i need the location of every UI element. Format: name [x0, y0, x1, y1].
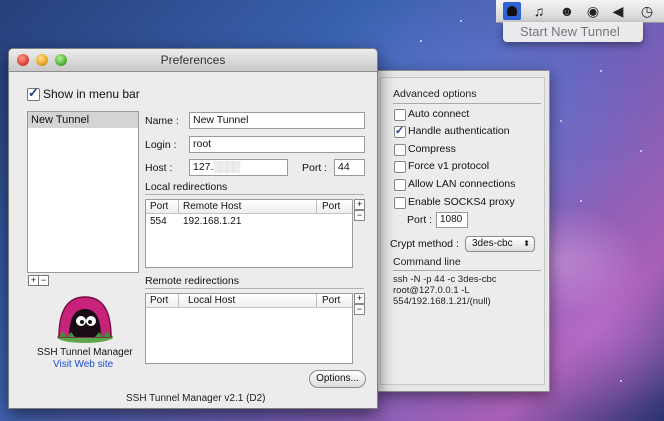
divider: [145, 194, 364, 195]
tunnel-list[interactable]: New Tunnel: [27, 111, 139, 273]
visit-web-site-link[interactable]: Visit Web site: [53, 359, 113, 370]
remove-tunnel-button[interactable]: −: [38, 275, 49, 286]
title-bar[interactable]: Preferences: [9, 49, 377, 72]
remove-local-redirection-button[interactable]: −: [354, 210, 365, 221]
time-machine-icon[interactable]: ◷: [638, 2, 656, 20]
column-separator: [316, 200, 317, 213]
port-field[interactable]: 44: [334, 159, 365, 176]
column-header[interactable]: Port: [150, 294, 168, 307]
menu-bar: ♫ ☻ ◉ ◀ ◷: [496, 0, 664, 23]
table-header: Port Local Host Port: [146, 294, 352, 308]
enable-socks4-proxy-checkbox[interactable]: [394, 197, 406, 209]
column-header[interactable]: Port: [150, 200, 168, 213]
host-label: Host :: [145, 162, 173, 174]
proxy-port-field[interactable]: 1080: [436, 212, 468, 228]
remove-remote-redirection-button[interactable]: −: [354, 304, 365, 315]
column-separator: [316, 294, 317, 307]
app-name: SSH Tunnel Manager: [37, 347, 133, 358]
blurred-ip-segment: ▒▒▒▒: [213, 161, 240, 173]
command-line-heading: Command line: [393, 256, 461, 268]
start-new-tunnel-item[interactable]: Start New Tunnel: [520, 24, 620, 39]
chevron-updown-icon: ⬍: [523, 239, 530, 248]
compress-checkbox[interactable]: [394, 144, 406, 156]
table-cell[interactable]: 554: [150, 216, 167, 227]
handle-authentication-checkbox[interactable]: [394, 124, 406, 138]
remote-redirections-heading: Remote redirections: [145, 275, 239, 287]
music-note-icon[interactable]: ♫: [530, 2, 548, 20]
force-v1-protocol-label: Force v1 protocol: [408, 160, 490, 172]
local-redirections-heading: Local redirections: [145, 181, 228, 193]
divider: [393, 270, 541, 271]
allow-lan-connections-label: Allow LAN connections: [408, 178, 516, 190]
table-header: Port Remote Host Port: [146, 200, 352, 214]
star: [460, 20, 462, 22]
divider: [393, 103, 541, 104]
proxy-port-label: Port :: [407, 214, 433, 226]
table-cell[interactable]: 192.168.1.21: [183, 216, 241, 227]
tunnel-icon[interactable]: [503, 2, 521, 20]
star: [560, 120, 562, 122]
name-label: Name :: [145, 115, 179, 127]
star: [620, 380, 622, 382]
star: [640, 150, 642, 152]
port-label: Port :: [302, 162, 328, 174]
version-footer: SSH Tunnel Manager v2.1 (D2): [126, 393, 266, 404]
drawer-inner: Advanced options Auto connect Handle aut…: [380, 77, 545, 385]
advanced-options-heading: Advanced options: [393, 88, 477, 100]
login-field[interactable]: root: [189, 136, 365, 153]
column-separator: [178, 294, 179, 307]
allow-lan-connections-checkbox[interactable]: [394, 179, 406, 191]
column-header[interactable]: Remote Host: [183, 200, 241, 213]
show-in-menu-bar-label: Show in menu bar: [43, 87, 140, 101]
column-separator: [178, 200, 179, 213]
network-icon[interactable]: ◉: [584, 2, 602, 20]
host-field[interactable]: 127.▒▒▒▒: [189, 159, 288, 176]
command-line-text-1: ssh -N -p 44 -c 3des-cbc: [393, 274, 497, 285]
star: [600, 70, 602, 72]
tunnel-list-item[interactable]: New Tunnel: [28, 112, 138, 128]
compress-label: Compress: [408, 143, 456, 155]
host-value: 127.: [193, 161, 214, 173]
alien-icon[interactable]: ☻: [558, 2, 576, 20]
ssh-tunnel-manager-logo: [57, 296, 113, 343]
auto-connect-label: Auto connect: [408, 108, 470, 120]
window-title: Preferences: [160, 53, 226, 67]
column-header[interactable]: Port: [322, 200, 340, 213]
preferences-window: Preferences Show in menu bar New Tunnel …: [8, 48, 378, 409]
login-label: Login :: [145, 139, 177, 151]
crypt-method-value: 3des-cbc: [472, 238, 513, 249]
crypt-method-label: Crypt method :: [390, 238, 459, 250]
enable-socks4-proxy-label: Enable SOCKS4 proxy: [408, 196, 515, 208]
command-line-text-2: root@127.0.0.1 -L: [393, 285, 470, 296]
remote-redirections-table[interactable]: Port Local Host Port: [145, 293, 353, 364]
divider: [145, 288, 364, 289]
add-remote-redirection-button[interactable]: +: [354, 293, 365, 304]
column-header[interactable]: Port: [322, 294, 340, 307]
force-v1-protocol-checkbox[interactable]: [394, 161, 406, 173]
speaker-icon[interactable]: ◀: [609, 2, 627, 20]
show-in-menu-bar-checkbox[interactable]: [27, 85, 40, 101]
name-field[interactable]: New Tunnel: [189, 112, 365, 129]
command-line-text-3: 554/192.168.1.21/(null): [393, 296, 491, 307]
column-header[interactable]: Local Host: [188, 294, 235, 307]
options-button[interactable]: Options...: [309, 370, 366, 388]
tunnel-menu-dropdown: Start New Tunnel: [503, 22, 643, 42]
handle-authentication-label: Handle authentication: [408, 125, 510, 137]
advanced-options-drawer: Advanced options Auto connect Handle aut…: [375, 70, 550, 392]
crypt-method-select[interactable]: 3des-cbc ⬍: [465, 236, 535, 252]
local-redirections-table[interactable]: Port Remote Host Port 554 192.168.1.21: [145, 199, 353, 268]
add-local-redirection-button[interactable]: +: [354, 199, 365, 210]
auto-connect-checkbox[interactable]: [394, 109, 406, 121]
star: [420, 40, 422, 42]
star: [580, 200, 582, 202]
